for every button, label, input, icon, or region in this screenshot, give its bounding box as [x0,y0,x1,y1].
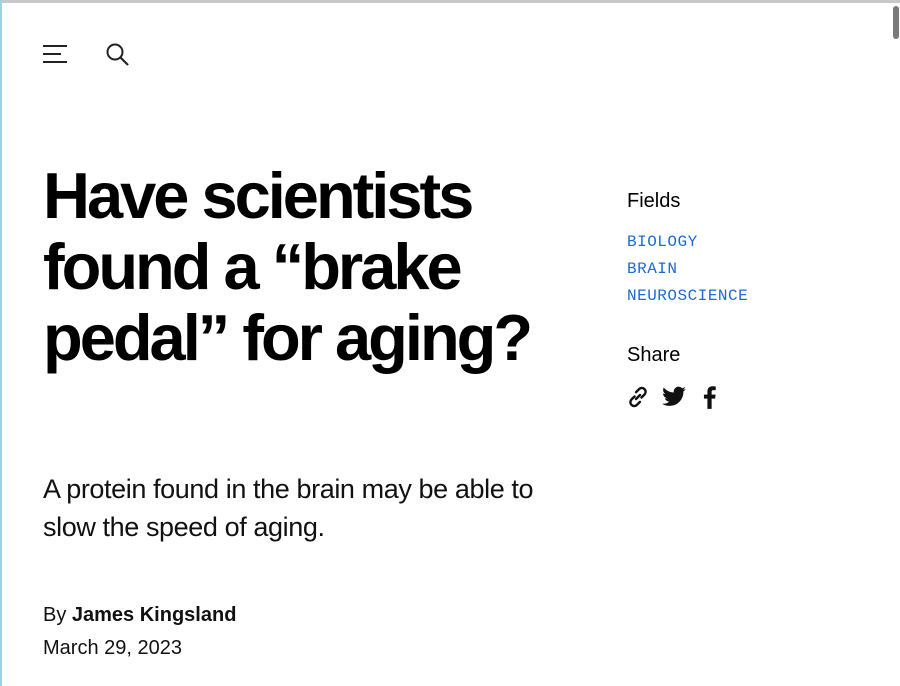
byline: By James Kingsland [43,603,236,627]
scrollbar[interactable] [892,3,900,686]
author-link[interactable]: James Kingsland [72,604,237,626]
fields-list: BIOLOGY BRAIN NEUROSCIENCE [627,231,748,312]
field-item: BRAIN [627,258,748,285]
field-link-brain[interactable]: BRAIN [627,260,678,278]
fields-heading: Fields [627,190,681,212]
article-subtitle: A protein found in the brain may be able… [43,474,534,542]
field-item: BIOLOGY [627,231,748,258]
search-icon[interactable] [105,42,131,68]
share-buttons [625,384,723,410]
field-link-neuroscience[interactable]: NEUROSCIENCE [627,287,748,305]
scrollbar-thumb[interactable] [893,6,899,39]
share-heading: Share [627,344,681,366]
article-headline: Have scientists found a “brake pedal” fo… [43,159,533,374]
publish-date: March 29, 2023 [43,637,182,659]
twitter-icon[interactable] [661,384,687,410]
window-top-border [0,0,900,3]
link-icon[interactable] [625,384,651,410]
field-link-biology[interactable]: BIOLOGY [627,233,698,251]
field-item: NEUROSCIENCE [627,285,748,312]
facebook-icon[interactable] [697,384,723,410]
window-left-border [0,0,2,686]
byline-prefix: By [43,604,67,626]
hamburger-menu-icon[interactable] [43,43,69,65]
